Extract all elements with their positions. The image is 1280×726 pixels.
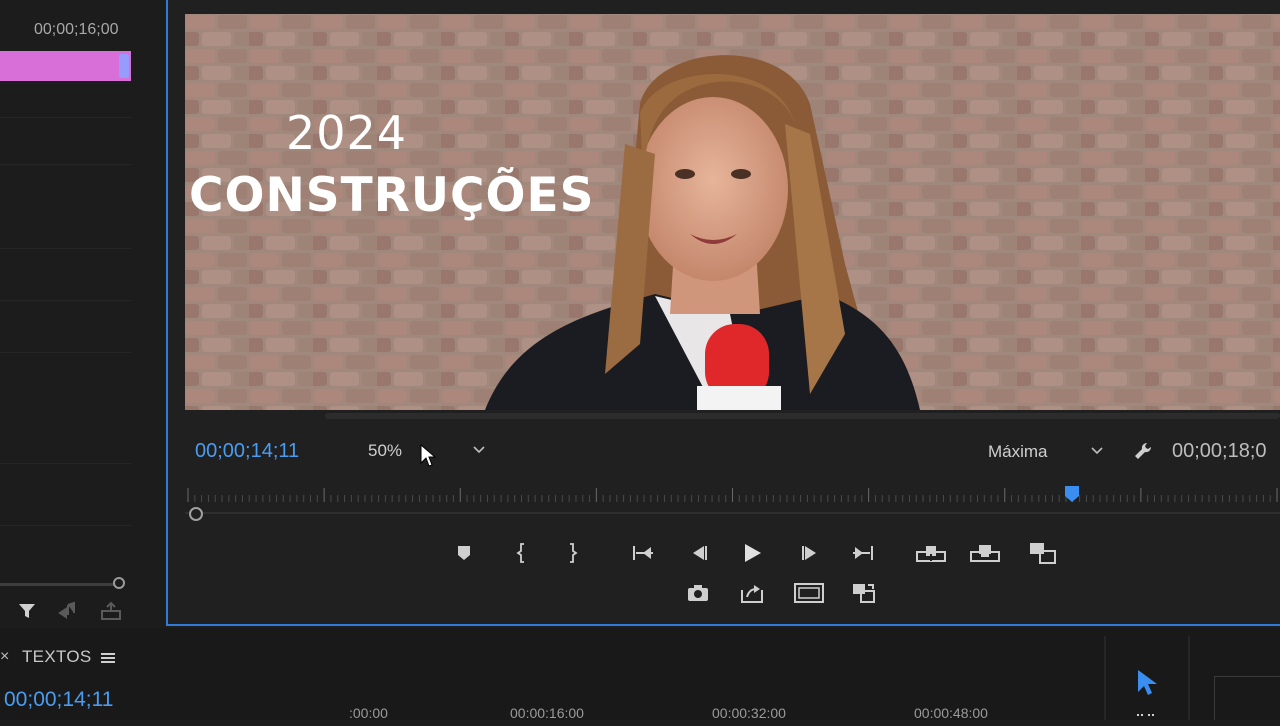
playback-resolution-select[interactable]: Máxima: [988, 442, 1048, 462]
camera-icon[interactable]: [684, 580, 712, 606]
panel-divider: [1104, 636, 1106, 720]
timeline-ruler-label: 00:00:48:00: [914, 705, 988, 721]
clip-trim-handle[interactable]: [119, 54, 129, 78]
sequence-duration-timecode: 00;00;18;0: [1172, 440, 1267, 462]
marker-icon[interactable]: [450, 540, 478, 566]
compare-icon[interactable]: [1026, 540, 1060, 566]
safe-margins-icon[interactable]: [792, 580, 826, 606]
playhead-marker-icon[interactable]: [1063, 484, 1081, 509]
track-divider: [0, 463, 132, 464]
track-divider: [0, 164, 132, 165]
chevron-down-icon[interactable]: [1090, 443, 1104, 462]
panel-divider: [1188, 636, 1190, 720]
close-tab-icon[interactable]: ×: [0, 648, 9, 666]
go-to-in-icon[interactable]: [630, 540, 658, 566]
hamburger-menu-icon[interactable]: [100, 651, 116, 670]
export-frame-icon[interactable]: [738, 580, 766, 606]
track-divider: [0, 352, 132, 353]
monitor-scrollbar[interactable]: [325, 413, 1280, 419]
button-editor-icon[interactable]: [850, 580, 878, 606]
timeline-playhead-timecode[interactable]: 00;00;14;11: [4, 688, 113, 712]
horizontal-scrollbar[interactable]: [0, 583, 122, 586]
track-divider: [0, 300, 132, 301]
source-ruler-timecode: 00;00;16;00: [34, 21, 119, 38]
filter-icon[interactable]: [16, 600, 38, 622]
selection-tool-icon[interactable]: [1134, 668, 1162, 703]
audio-insert-icon[interactable]: [58, 600, 80, 622]
track-divider: [0, 525, 132, 526]
monitor-time-ruler[interactable]: [185, 484, 1280, 506]
chevron-down-icon[interactable]: [472, 442, 486, 461]
track-divider: [0, 117, 132, 118]
step-back-icon[interactable]: [685, 540, 713, 566]
go-to-out-icon[interactable]: [848, 540, 876, 566]
video-title-headline: CONSTRUÇÕES: [189, 168, 595, 223]
zoom-level-select[interactable]: 50%: [368, 441, 402, 461]
monitor-ruler-track: [185, 512, 1280, 514]
overwrite-icon[interactable]: [968, 540, 1002, 566]
playhead-timecode[interactable]: 00;00;14;11: [195, 440, 299, 463]
program-video-frame[interactable]: 2024 CONSTRUÇÕES: [185, 14, 1280, 410]
wrench-icon[interactable]: [1132, 440, 1156, 469]
overwrite-clip-icon[interactable]: [100, 600, 122, 622]
track-select-tool-icon[interactable]: [1134, 708, 1160, 726]
mark-out-icon[interactable]: [558, 540, 586, 566]
timeline-ruler-label: 00:00:32:00: [712, 705, 786, 721]
video-title-year: 2024: [286, 106, 408, 160]
scroll-zoom-handle[interactable]: [113, 577, 125, 589]
step-forward-icon[interactable]: [796, 540, 824, 566]
timeline-panel: [0, 628, 1280, 720]
ruler-start-handle[interactable]: [189, 507, 203, 521]
mark-in-icon[interactable]: [508, 540, 536, 566]
play-icon[interactable]: [738, 540, 766, 566]
insert-icon[interactable]: [914, 540, 948, 566]
timeline-ruler-label: :00:00: [349, 705, 388, 721]
tab-sequence-textos[interactable]: TEXTOS: [22, 647, 92, 667]
timeline-ruler-label: 00:00:16:00: [510, 705, 584, 721]
timeline-clip[interactable]: [0, 51, 131, 81]
track-divider: [0, 248, 132, 249]
tools-panel-frame: [1214, 676, 1280, 720]
source-timeline-panel: [0, 0, 164, 628]
mouse-cursor-icon: [420, 443, 437, 473]
